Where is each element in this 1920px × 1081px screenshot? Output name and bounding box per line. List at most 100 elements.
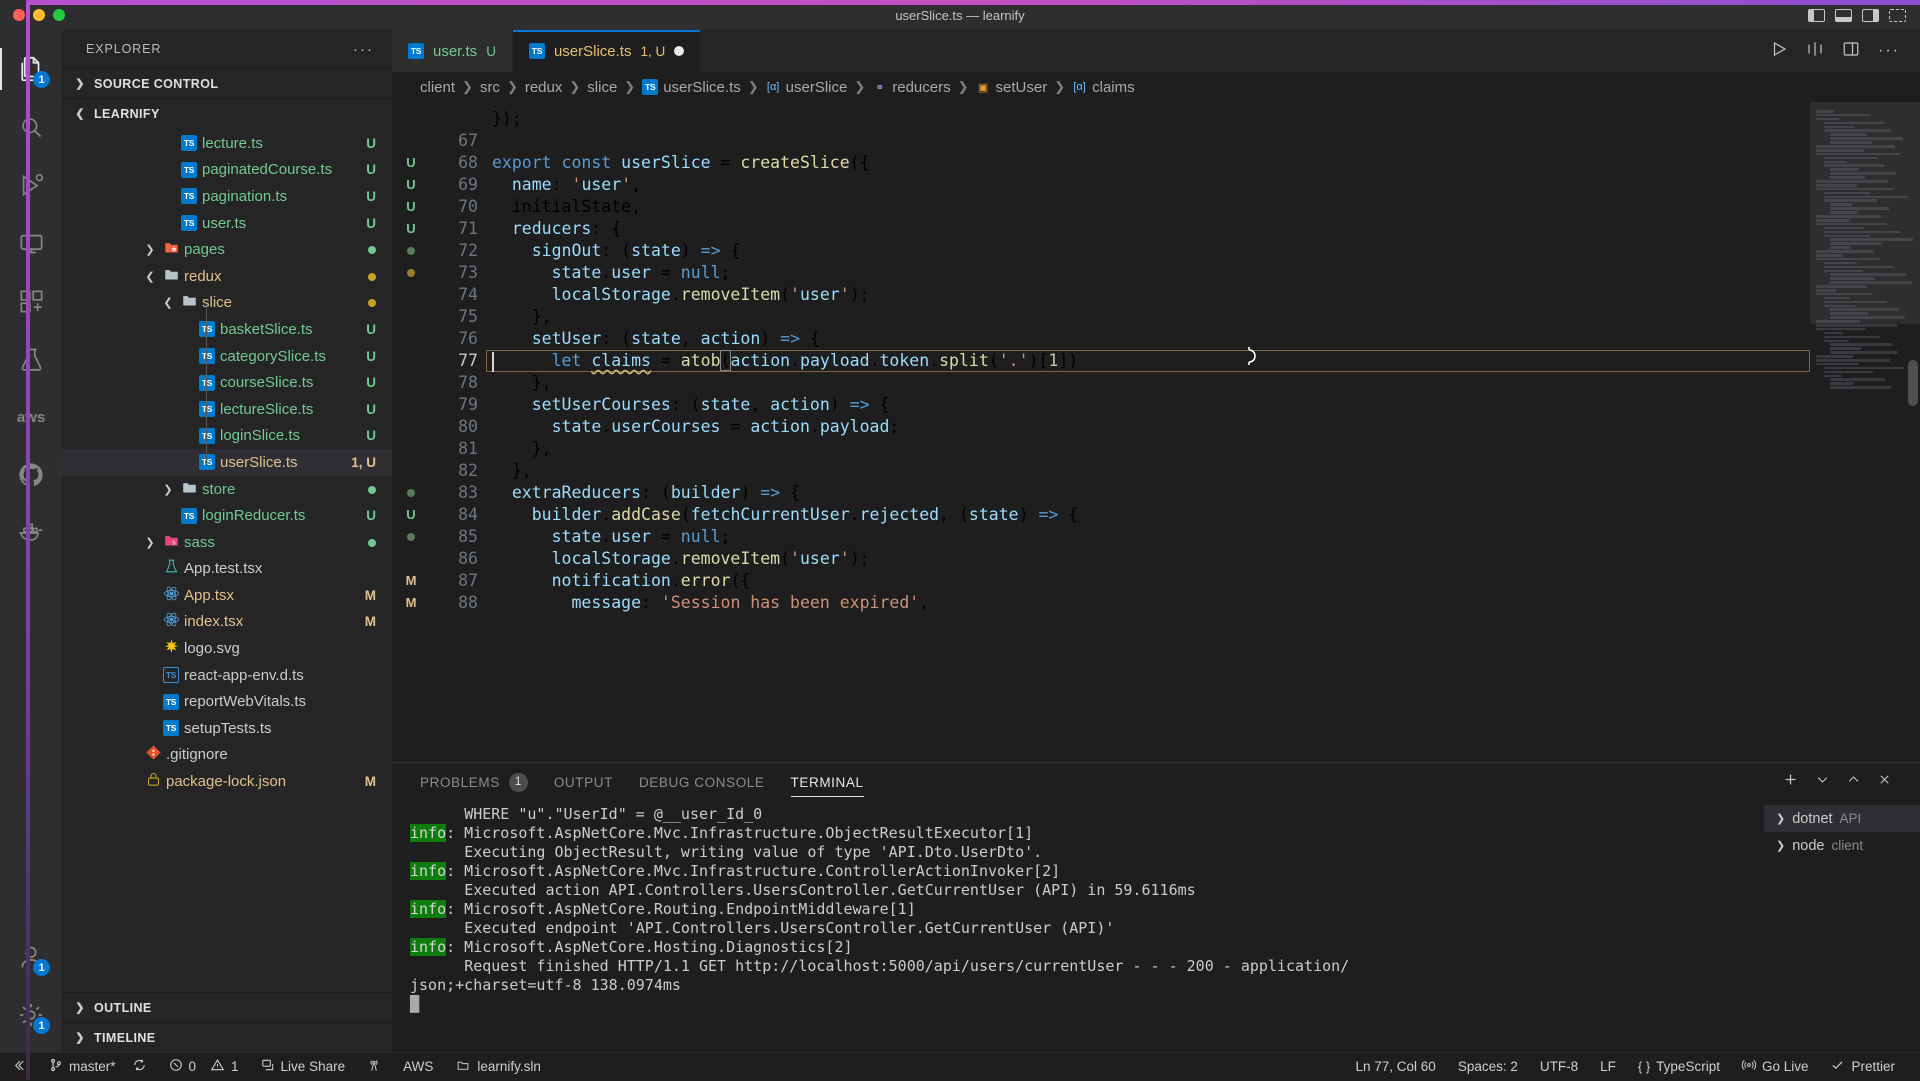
editor-tab-userslice-ts[interactable]: TS userSlice.ts 1, U <box>513 30 701 72</box>
tree-item-loginreducer-ts[interactable]: TSloginReducer.tsU <box>62 502 392 529</box>
tree-item-app-test-tsx[interactable]: App.test.tsx <box>62 556 392 583</box>
tree-item--gitignore[interactable]: .gitignore <box>62 742 392 769</box>
status-radio-tower[interactable] <box>356 1053 392 1081</box>
editor-tab-user-ts[interactable]: TS user.ts U <box>392 30 513 72</box>
tree-item-app-tsx[interactable]: App.tsxM <box>62 582 392 609</box>
toggle-panel-icon[interactable] <box>1835 9 1852 22</box>
panel-tab-terminal[interactable]: TERMINAL <box>791 763 864 801</box>
code-line[interactable]: }, <box>492 438 1810 460</box>
code-line[interactable]: localStorage.removeItem('user'); <box>492 548 1810 570</box>
tree-item-pages[interactable]: ❯pages <box>62 236 392 263</box>
code-text[interactable]: });export const userSlice = createSlice(… <box>492 102 1810 762</box>
tree-item-slice[interactable]: ❮slice <box>62 290 392 317</box>
activity-item-explorer[interactable]: 1 <box>0 40 62 98</box>
chevron-right-icon[interactable]: ❯ <box>142 243 158 256</box>
status-encoding[interactable]: UTF-8 <box>1529 1053 1589 1081</box>
tree-item-logo-svg[interactable]: logo.svg <box>62 635 392 662</box>
maximize-panel-icon[interactable] <box>1846 772 1861 792</box>
customize-layout-icon[interactable] <box>1889 9 1906 22</box>
activity-item-search[interactable] <box>0 98 62 156</box>
toggle-primary-sidebar-icon[interactable] <box>1808 9 1825 22</box>
sidebar-section-learnify[interactable]: ❮ LEARNIFY <box>62 98 392 128</box>
code-line[interactable]: }, <box>492 460 1810 482</box>
close-panel-icon[interactable] <box>1877 772 1892 792</box>
editor-vertical-scrollbar[interactable] <box>1906 102 1920 762</box>
code-line[interactable]: initialState, <box>492 196 1810 218</box>
status-prettier[interactable]: Prettier <box>1819 1053 1906 1081</box>
activity-item-run-and-debug[interactable] <box>0 156 62 214</box>
panel-tab-output[interactable]: OUTPUT <box>554 763 613 801</box>
breadcrumb-item-userslice-ts[interactable]: TSuserSlice.ts <box>642 79 741 96</box>
code-line[interactable]: localStorage.removeItem('user'); <box>492 284 1810 306</box>
code-line[interactable]: extraReducers: (builder) => { <box>492 482 1810 504</box>
terminal-instance-list[interactable]: ❯dotnetAPI❯nodeclient <box>1764 801 1920 1052</box>
terminal-instance-dotnet[interactable]: ❯dotnetAPI <box>1764 805 1920 832</box>
tree-item-lectureslice-ts[interactable]: TSlectureSlice.tsU <box>62 396 392 423</box>
maximize-window-button[interactable] <box>53 9 65 21</box>
breadcrumb-item-src[interactable]: src <box>480 79 500 96</box>
minimize-window-button[interactable] <box>33 9 45 21</box>
split-editor-icon[interactable] <box>1806 40 1824 63</box>
tree-item-user-ts[interactable]: TSuser.tsU <box>62 210 392 237</box>
status-eol[interactable]: LF <box>1589 1053 1627 1081</box>
activity-item-aws-toolkit[interactable]: aws <box>0 388 62 446</box>
sync-icon[interactable] <box>132 1058 147 1075</box>
tree-item-setuptests-ts[interactable]: TSsetupTests.ts <box>62 715 392 742</box>
tree-item-sass[interactable]: ❯Ssass <box>62 529 392 556</box>
status-aws[interactable]: AWS <box>392 1053 444 1081</box>
breadcrumb-item-userslice[interactable]: [α]userSlice <box>766 79 848 96</box>
tree-item-react-app-env-d-ts[interactable]: TSreact-app-env.d.ts <box>62 662 392 689</box>
status-solution[interactable]: learnify.sln <box>444 1053 552 1081</box>
activity-item-docker[interactable] <box>0 504 62 562</box>
chevron-right-icon[interactable]: ❯ <box>160 483 176 496</box>
code-line[interactable]: message: 'Session has been expired', <box>492 592 1810 614</box>
code-line[interactable] <box>492 130 1810 152</box>
tree-item-basketslice-ts[interactable]: TSbasketSlice.tsU <box>62 316 392 343</box>
tree-item-paginatedcourse-ts[interactable]: TSpaginatedCourse.tsU <box>62 157 392 184</box>
panel-tab-debug-console[interactable]: DEBUG CONSOLE <box>639 763 765 801</box>
activity-item-extensions[interactable] <box>0 272 62 330</box>
explorer-more-actions-icon[interactable]: ··· <box>353 41 374 58</box>
breadcrumb-item-reducers[interactable]: ⚭reducers <box>872 79 950 96</box>
sidebar-section-outline[interactable]: ❯ OUTLINE <box>62 992 392 1022</box>
tree-item-redux[interactable]: ❮redux <box>62 263 392 290</box>
code-editor[interactable]: UUUUUMM 67686970717273747576777879808182… <box>392 102 1810 762</box>
code-line[interactable]: state.userCourses = action.payload; <box>492 416 1810 438</box>
tree-item-courseslice-ts[interactable]: TScourseSlice.tsU <box>62 369 392 396</box>
status-remote-indicator[interactable] <box>0 1053 38 1081</box>
breadcrumb-item-slice[interactable]: slice <box>587 79 617 96</box>
status-live-share[interactable]: Live Share <box>250 1053 357 1081</box>
minimap-slider[interactable] <box>1810 102 1920 324</box>
status-language-mode[interactable]: { } TypeScript <box>1627 1053 1731 1081</box>
activity-item-accounts[interactable]: 1 <box>0 928 62 986</box>
breadcrumb[interactable]: client❯src❯redux❯slice❯TSuserSlice.ts❯[α… <box>392 72 1920 102</box>
code-line[interactable]: signOut: (state) => { <box>492 240 1810 262</box>
toggle-secondary-sidebar-icon[interactable] <box>1862 9 1879 22</box>
breadcrumb-item-setuser[interactable]: ▣setUser <box>976 79 1048 96</box>
sidebar-section-source-control[interactable]: ❯ SOURCE CONTROL <box>62 68 392 98</box>
breadcrumb-item-redux[interactable]: redux <box>525 79 563 96</box>
tree-item-loginslice-ts[interactable]: TSloginSlice.tsU <box>62 423 392 450</box>
chevron-right-icon[interactable]: ❯ <box>142 536 158 549</box>
terminal-output[interactable]: WHERE "u"."UserId" = @__user_Id_0info: M… <box>392 801 1764 1052</box>
tree-item-index-tsx[interactable]: index.tsxM <box>62 609 392 636</box>
panel-tab-problems[interactable]: PROBLEMS 1 <box>420 763 528 801</box>
tree-item-categoryslice-ts[interactable]: TScategorySlice.tsU <box>62 343 392 370</box>
code-line[interactable]: builder.addCase(fetchCurrentUser.rejecte… <box>492 504 1810 526</box>
status-problems[interactable]: 0 1 <box>158 1053 250 1081</box>
terminal-instance-node[interactable]: ❯nodeclient <box>1764 832 1920 859</box>
breadcrumb-item-claims[interactable]: [α]claims <box>1072 79 1135 96</box>
activity-item-test-explorer[interactable] <box>0 330 62 388</box>
activity-item-github[interactable] <box>0 446 62 504</box>
close-window-button[interactable] <box>13 9 25 21</box>
activity-item-remote-explorer[interactable] <box>0 214 62 272</box>
file-tree[interactable]: TSlecture.tsUTSpaginatedCourse.tsUTSpagi… <box>62 128 392 992</box>
code-line[interactable]: notification.error({ <box>492 570 1810 592</box>
layout-icon[interactable] <box>1842 40 1860 63</box>
status-branch[interactable]: master* <box>38 1053 158 1081</box>
code-line[interactable]: export const userSlice = createSlice({ <box>492 152 1810 174</box>
code-line[interactable]: reducers: { <box>492 218 1810 240</box>
chevron-down-icon[interactable]: ❮ <box>142 270 158 283</box>
add-terminal-icon[interactable] <box>1782 771 1799 793</box>
more-actions-icon[interactable]: ··· <box>1878 42 1900 60</box>
